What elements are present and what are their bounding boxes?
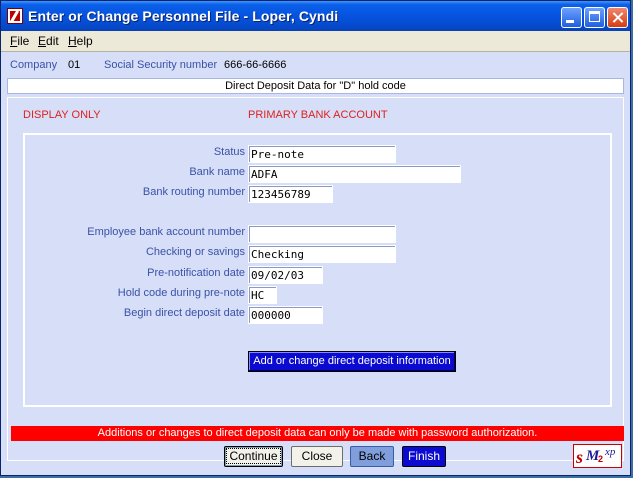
info-bar: Company 01 Social Security number 666-66… xyxy=(4,53,627,77)
menu-edit-accel: E xyxy=(38,34,47,48)
primary-account-label: PRIMARY BANK ACCOUNT xyxy=(248,109,388,121)
hold-code-field[interactable]: HC xyxy=(248,286,277,304)
close-window-button[interactable] xyxy=(607,7,628,28)
routing-number-field[interactable]: 123456789 xyxy=(248,185,333,203)
app-icon[interactable] xyxy=(7,8,23,24)
logo-s: s xyxy=(576,447,584,467)
maximize-button[interactable] xyxy=(584,7,605,28)
menu-file-rest: ile xyxy=(17,34,30,48)
account-number-label: Employee bank account number xyxy=(87,226,245,238)
close-button[interactable]: Close xyxy=(291,446,343,467)
menu-help-accel: H xyxy=(68,34,77,48)
sm2xp-logo: s M 2 xp xyxy=(573,444,622,468)
status-field[interactable]: Pre-note xyxy=(248,145,396,163)
begin-date-field[interactable]: 000000 xyxy=(248,306,323,324)
section-title: Direct Deposit Data for "D" hold code xyxy=(7,78,624,94)
bank-name-label: Bank name xyxy=(189,166,245,178)
continue-button-label: Continue xyxy=(226,448,281,464)
menu-edit[interactable]: Edit xyxy=(38,34,59,48)
routing-number-label: Bank routing number xyxy=(142,186,245,198)
minimize-button[interactable] xyxy=(561,7,582,28)
menu-file[interactable]: File xyxy=(10,34,29,48)
window-title: Enter or Change Personnel File - Loper, … xyxy=(28,8,339,24)
ssn-label: Social Security number xyxy=(104,59,218,71)
authorization-warning: Additions or changes to direct deposit d… xyxy=(11,426,624,441)
checking-savings-label: Checking or savings xyxy=(145,246,245,258)
begin-date-label: Begin direct deposit date xyxy=(123,307,245,319)
prenote-date-label: Pre-notification date xyxy=(147,267,245,279)
finish-button[interactable]: Finish xyxy=(402,446,446,467)
continue-button[interactable]: Continue xyxy=(224,446,283,467)
hold-code-label: Hold code during pre-note xyxy=(117,287,245,299)
display-only-label: DISPLAY ONLY xyxy=(23,109,101,121)
company-value: 01 xyxy=(68,59,81,71)
menu-edit-rest: dit xyxy=(46,34,59,48)
menu-help-rest: elp xyxy=(76,34,93,48)
main-content: Company 01 Social Security number 666-66… xyxy=(4,53,627,471)
logo-two: 2 xyxy=(598,454,604,464)
bank-name-field[interactable]: ADFA xyxy=(248,165,461,183)
back-button[interactable]: Back xyxy=(350,446,394,467)
account-number-field[interactable] xyxy=(248,225,396,243)
application-window: Enter or Change Personnel File - Loper, … xyxy=(0,0,631,476)
company-label: Company xyxy=(10,59,58,71)
title-bar[interactable]: Enter or Change Personnel File - Loper, … xyxy=(1,1,630,31)
ssn-value: 666-66-6666 xyxy=(224,59,287,71)
menu-bar: File Edit Help xyxy=(1,31,630,52)
checking-savings-field[interactable]: Checking xyxy=(248,245,396,263)
menu-help[interactable]: Help xyxy=(68,34,93,48)
logo-xp: xp xyxy=(605,446,616,458)
add-change-deposit-button[interactable]: Add or change direct deposit information xyxy=(248,351,456,372)
prenote-date-field[interactable]: 09/02/03 xyxy=(248,266,323,284)
status-label: Status xyxy=(213,146,245,158)
